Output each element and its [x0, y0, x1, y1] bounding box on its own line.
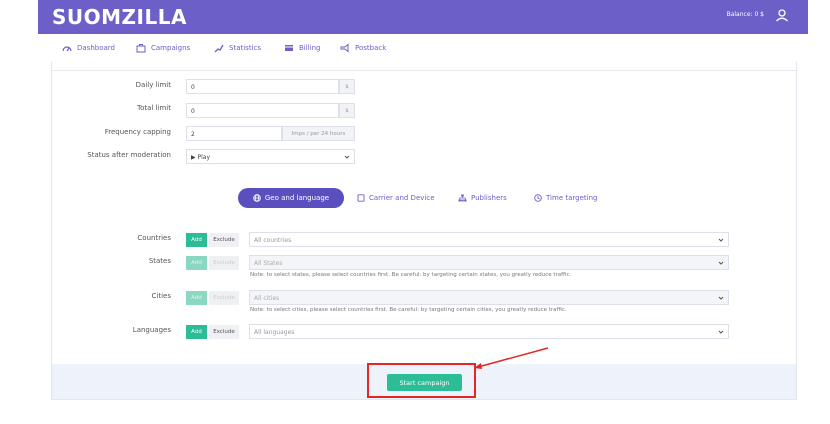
total-limit-label: Total limit [137, 104, 171, 112]
states-add-button[interactable]: Add [186, 256, 207, 270]
tab-time-targeting[interactable]: Time targeting [534, 194, 597, 202]
tab-geo-language-label: Geo and language [264, 194, 330, 202]
total-limit-unit: $ [339, 103, 355, 118]
top-header: SUOMZILLA Balance: 0 $ [38, 0, 808, 34]
languages-add-button[interactable]: Add [186, 325, 207, 339]
app-logo[interactable]: SUOMZILLA [52, 5, 187, 29]
nav-postback-label: Postback [355, 44, 387, 52]
tab-carrier-device-label: Carrier and Device [369, 194, 435, 202]
cities-exclude-button[interactable]: Exclude [209, 291, 239, 305]
languages-select[interactable]: All languages [249, 324, 729, 339]
countries-select[interactable]: All countries [249, 232, 729, 247]
nav-campaigns-label: Campaigns [151, 44, 191, 52]
chevron-down-icon [718, 261, 724, 265]
states-select[interactable]: All States [249, 255, 729, 270]
cities-label: Cities [151, 292, 171, 300]
cities-placeholder: All cities [254, 295, 280, 302]
nav-dashboard[interactable]: Dashboard [62, 43, 115, 53]
chart-line-icon [214, 44, 224, 53]
nav-billing-label: Billing [299, 44, 321, 52]
states-placeholder: All States [254, 260, 283, 267]
divider [52, 70, 798, 71]
countries-exclude-button[interactable]: Exclude [209, 233, 239, 247]
tab-publishers-label: Publishers [471, 194, 507, 202]
balance-display: Balance: 0 $ [726, 11, 764, 18]
briefcase-icon [136, 44, 146, 53]
chevron-down-icon [344, 155, 350, 159]
status-select-value: ▶ Play [191, 154, 211, 161]
chevron-down-icon [718, 330, 724, 334]
dashboard-icon [62, 46, 72, 52]
frequency-capping-input[interactable]: 2 [186, 126, 282, 141]
nav-statistics-label: Statistics [229, 44, 261, 52]
countries-label: Countries [137, 234, 171, 242]
daily-limit-input[interactable]: 0 [186, 79, 339, 94]
states-note: Note: to select states, please select co… [250, 272, 572, 278]
languages-placeholder: All languages [254, 329, 295, 336]
nav-statistics[interactable]: Statistics [214, 43, 261, 53]
frequency-capping-unit: Imps / per 24 hours [282, 126, 355, 141]
megaphone-icon [340, 43, 349, 53]
globe-icon [253, 194, 261, 202]
daily-limit-label: Daily limit [135, 81, 171, 89]
user-icon[interactable] [774, 7, 790, 23]
chevron-down-icon [718, 238, 724, 242]
chevron-down-icon [718, 296, 724, 300]
tab-geo-language[interactable]: Geo and language [238, 188, 344, 208]
clock-icon [534, 194, 542, 202]
tablet-icon [357, 194, 365, 202]
states-label: States [148, 257, 171, 265]
red-arrow-annotation [474, 347, 549, 369]
status-after-moderation-label: Status after moderation [87, 151, 171, 159]
tab-time-targeting-label: Time targeting [546, 194, 598, 202]
main-nav: Dashboard Campaigns Statistics Billing P… [38, 34, 808, 62]
nav-billing[interactable]: Billing [284, 43, 320, 53]
nav-postback[interactable]: Postback [340, 43, 386, 53]
tab-carrier-device[interactable]: Carrier and Device [357, 194, 435, 202]
tab-publishers[interactable]: Publishers [458, 194, 507, 202]
status-select[interactable]: ▶ Play [186, 149, 355, 164]
highlight-box [367, 363, 476, 398]
sitemap-icon [458, 194, 467, 202]
countries-placeholder: All countries [254, 237, 292, 244]
cities-add-button[interactable]: Add [186, 291, 207, 305]
languages-label: Languages [132, 326, 171, 334]
cities-select[interactable]: All cities [249, 290, 729, 305]
countries-add-button[interactable]: Add [186, 233, 207, 247]
credit-card-icon [285, 45, 293, 51]
daily-limit-unit: $ [339, 79, 355, 94]
nav-campaigns[interactable]: Campaigns [136, 43, 190, 53]
cities-note: Note: to select cities, please select co… [250, 307, 567, 313]
total-limit-input[interactable]: 0 [186, 103, 339, 118]
nav-dashboard-label: Dashboard [77, 44, 115, 52]
languages-exclude-button[interactable]: Exclude [209, 325, 239, 339]
frequency-capping-label: Frequency capping [104, 128, 171, 136]
states-exclude-button[interactable]: Exclude [209, 256, 239, 270]
campaign-form-card: Daily limit 0 $ Total limit 0 $ Frequenc… [51, 62, 798, 400]
